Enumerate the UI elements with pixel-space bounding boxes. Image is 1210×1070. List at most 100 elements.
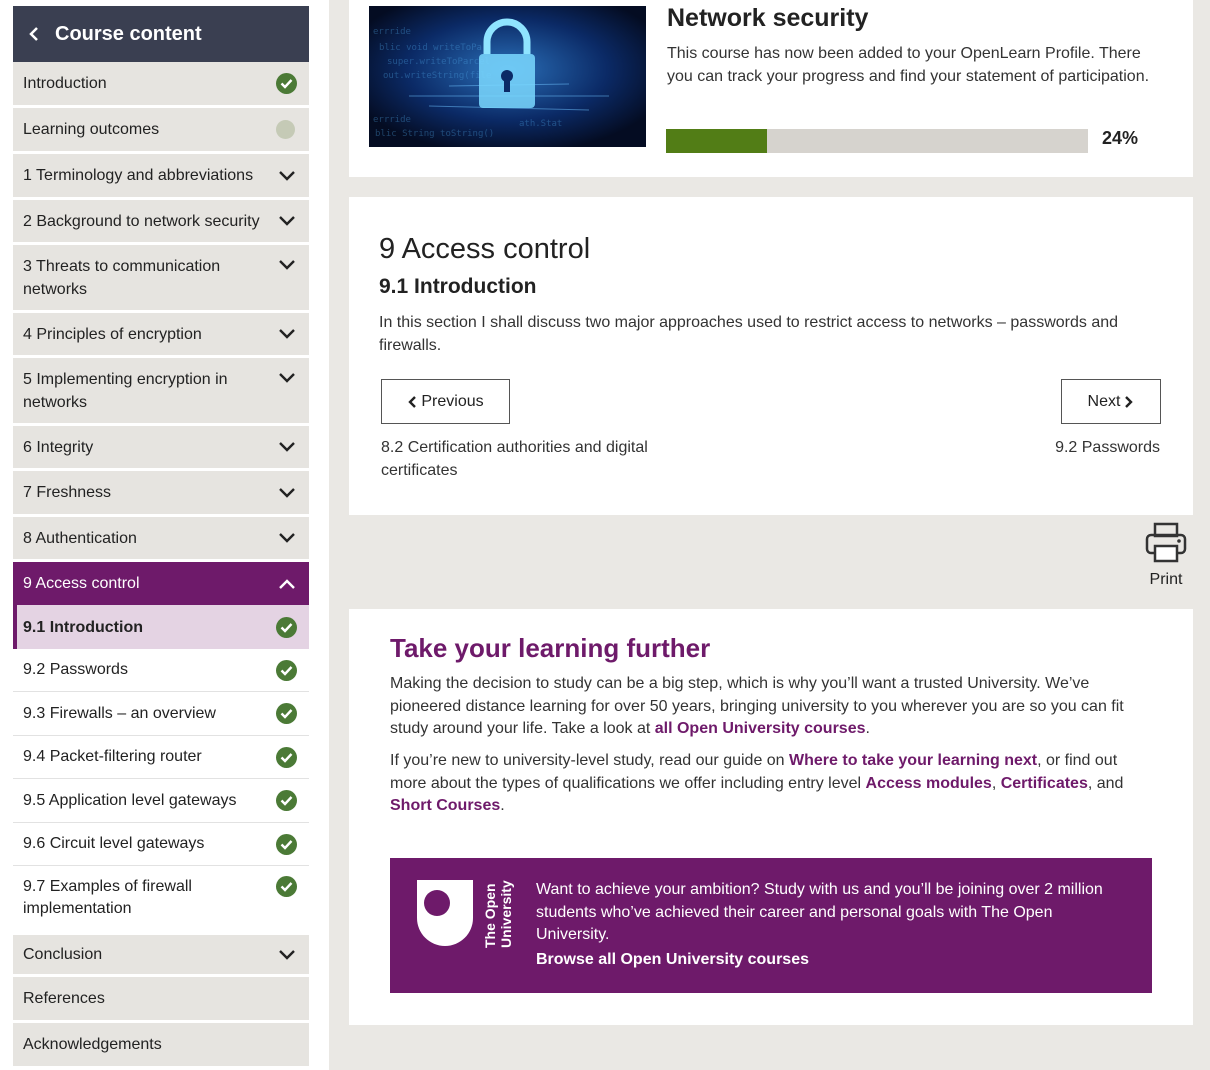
sidebar-subitem-9-3[interactable]: 9.3 Firewalls – an overview bbox=[13, 692, 309, 736]
previous-caption[interactable]: 8.2 Certification authorities and digita… bbox=[381, 436, 681, 482]
progress-percent: 24% bbox=[1102, 128, 1139, 148]
chevron-down-icon[interactable] bbox=[277, 324, 297, 344]
sidebar-item-label: 9.7 Examples of firewall implementation bbox=[23, 878, 192, 917]
svg-text:The Open: The Open bbox=[482, 883, 498, 948]
sidebar-item-references[interactable]: References bbox=[13, 977, 309, 1023]
check-complete-icon bbox=[276, 73, 297, 94]
sidebar-item-label: 7 Freshness bbox=[23, 484, 112, 501]
browse-ou-courses-link[interactable]: Browse all Open University courses bbox=[536, 951, 809, 969]
sidebar-item-label: References bbox=[23, 990, 105, 1007]
section-subheading: 9.1 Introduction bbox=[379, 275, 537, 298]
sidebar-subitem-9-2[interactable]: 9.2 Passwords bbox=[13, 649, 309, 692]
paragraph-text: , bbox=[991, 774, 1001, 792]
next-button-label: Next bbox=[1087, 392, 1121, 410]
sidebar-item-label: 6 Integrity bbox=[23, 438, 94, 456]
sidebar-item-label: 1 Terminology and abbreviations bbox=[23, 167, 254, 184]
paragraph-text: . bbox=[865, 720, 870, 737]
sidebar-item-section-2[interactable]: 2 Background to network security bbox=[13, 200, 309, 245]
progress-bar bbox=[666, 129, 1088, 153]
sidebar-item-section-8[interactable]: 8 Authentication bbox=[13, 517, 309, 562]
check-complete-icon bbox=[276, 790, 297, 811]
svg-text:blic String toString(): blic String toString() bbox=[375, 129, 494, 139]
certificates-link[interactable]: Certificates bbox=[1001, 775, 1088, 792]
progress-bar-fill bbox=[666, 129, 768, 153]
all-ou-courses-link[interactable]: all Open University courses bbox=[655, 720, 866, 737]
course-title: Network security bbox=[667, 4, 869, 32]
chevron-left-icon bbox=[408, 395, 417, 408]
learning-further-heading: Take your learning further bbox=[390, 633, 711, 663]
chevron-down-icon[interactable] bbox=[277, 211, 297, 231]
course-content-sidebar: Course content Introduction Learning out… bbox=[13, 6, 309, 1066]
sidebar-item-introduction[interactable]: Introduction bbox=[13, 62, 309, 108]
sidebar-subitem-9-1[interactable]: 9.1 Introduction bbox=[13, 605, 309, 649]
check-complete-icon bbox=[276, 659, 297, 681]
svg-text:errride: errride bbox=[373, 27, 411, 37]
sidebar-subitem-9-5[interactable]: 9.5 Application level gateways bbox=[13, 779, 309, 823]
sidebar-item-section-1[interactable]: 1 Terminology and abbreviations bbox=[13, 154, 309, 200]
sidebar-header[interactable]: Course content bbox=[13, 6, 309, 62]
incomplete-dot-icon bbox=[276, 120, 295, 139]
ou-banner-text: Want to achieve your ambition? Study wit… bbox=[536, 881, 1103, 943]
chevron-down-icon[interactable] bbox=[277, 255, 297, 275]
check-complete-icon bbox=[276, 616, 297, 638]
chevron-up-icon[interactable] bbox=[277, 574, 297, 594]
sidebar-subitem-9-7[interactable]: 9.7 Examples of firewall implementation bbox=[13, 866, 309, 932]
sidebar-subitem-9-4[interactable]: 9.4 Packet-filtering router bbox=[13, 736, 309, 779]
sidebar-subitem-9-6[interactable]: 9.6 Circuit level gateways bbox=[13, 823, 309, 866]
check-complete-icon bbox=[276, 703, 297, 724]
next-button[interactable]: Next bbox=[1061, 379, 1161, 424]
previous-button-label: Previous bbox=[421, 392, 484, 410]
previous-button[interactable]: Previous bbox=[381, 379, 510, 424]
sidebar-item-learning-outcomes[interactable]: Learning outcomes bbox=[13, 108, 309, 154]
learning-further-card: Take your learning further Making the de… bbox=[349, 609, 1193, 1025]
svg-text:errride: errride bbox=[373, 115, 411, 125]
sidebar-title: Course content bbox=[55, 22, 202, 45]
sidebar-item-section-7[interactable]: 7 Freshness bbox=[13, 471, 309, 517]
print-button[interactable]: Print bbox=[1140, 522, 1192, 589]
chevron-down-icon[interactable] bbox=[277, 368, 297, 388]
section-content-card: 9 Access control 9.1 Introduction In thi… bbox=[349, 197, 1193, 515]
sidebar-item-section-9[interactable]: 9 Access control bbox=[13, 562, 309, 605]
check-complete-icon bbox=[276, 833, 297, 855]
sidebar-item-label: 5 Implementing encryption in networks bbox=[23, 371, 228, 411]
sidebar-item-label: 4 Principles of encryption bbox=[23, 325, 202, 343]
chevron-down-icon[interactable] bbox=[277, 166, 297, 186]
sidebar-item-label: 9.6 Circuit level gateways bbox=[23, 835, 205, 852]
sidebar-item-label: 8 Authentication bbox=[23, 529, 137, 547]
check-complete-icon bbox=[276, 746, 297, 768]
svg-text:University: University bbox=[498, 880, 514, 948]
sidebar-item-section-3[interactable]: 3 Threats to communication networks bbox=[13, 245, 309, 313]
chevron-right-icon bbox=[1125, 395, 1134, 408]
sidebar-item-label: 9.5 Application level gateways bbox=[23, 791, 237, 809]
sidebar-item-acknowledgements[interactable]: Acknowledgements bbox=[13, 1023, 309, 1066]
chevron-down-icon[interactable] bbox=[277, 945, 297, 965]
sidebar-item-label: Conclusion bbox=[23, 946, 103, 963]
chevron-down-icon[interactable] bbox=[277, 483, 297, 503]
svg-text:out.writeString(file: out.writeString(file bbox=[383, 71, 491, 81]
sidebar-item-label: Learning outcomes bbox=[23, 121, 160, 138]
learning-further-paragraph-1: Making the decision to study can be a bi… bbox=[390, 673, 1150, 741]
sidebar-item-label: 9.1 Introduction bbox=[23, 618, 143, 636]
access-modules-link[interactable]: Access modules bbox=[866, 775, 992, 792]
open-university-logo: The Open University bbox=[416, 880, 520, 965]
print-label: Print bbox=[1149, 571, 1183, 588]
sidebar-item-label: Introduction bbox=[23, 75, 107, 92]
sidebar-item-section-5[interactable]: 5 Implementing encryption in networks bbox=[13, 358, 309, 426]
sidebar-item-label: 9.2 Passwords bbox=[23, 661, 128, 678]
chevron-down-icon[interactable] bbox=[277, 437, 297, 457]
chevron-down-icon[interactable] bbox=[277, 528, 297, 548]
sidebar-item-section-4[interactable]: 4 Principles of encryption bbox=[13, 313, 309, 358]
short-courses-link[interactable]: Short Courses bbox=[390, 797, 500, 814]
printer-icon bbox=[1145, 522, 1187, 563]
learning-further-paragraph-2: If you’re new to university-level study,… bbox=[390, 750, 1150, 818]
section-heading: 9 Access control bbox=[379, 233, 591, 265]
where-to-take-learning-next-link[interactable]: Where to take your learning next bbox=[789, 752, 1037, 769]
chevron-left-icon[interactable] bbox=[13, 26, 55, 42]
sidebar-item-label: 2 Background to network security bbox=[23, 212, 260, 230]
next-caption[interactable]: 9.2 Passwords bbox=[1055, 436, 1160, 459]
course-description: This course has now been added to your O… bbox=[667, 45, 1150, 85]
sidebar-item-section-6[interactable]: 6 Integrity bbox=[13, 426, 309, 471]
sidebar-item-label: 3 Threats to communication networks bbox=[23, 258, 221, 298]
sidebar-item-conclusion[interactable]: Conclusion bbox=[13, 932, 309, 977]
course-thumbnail: errride blic void writeToPar super.write… bbox=[369, 6, 646, 147]
